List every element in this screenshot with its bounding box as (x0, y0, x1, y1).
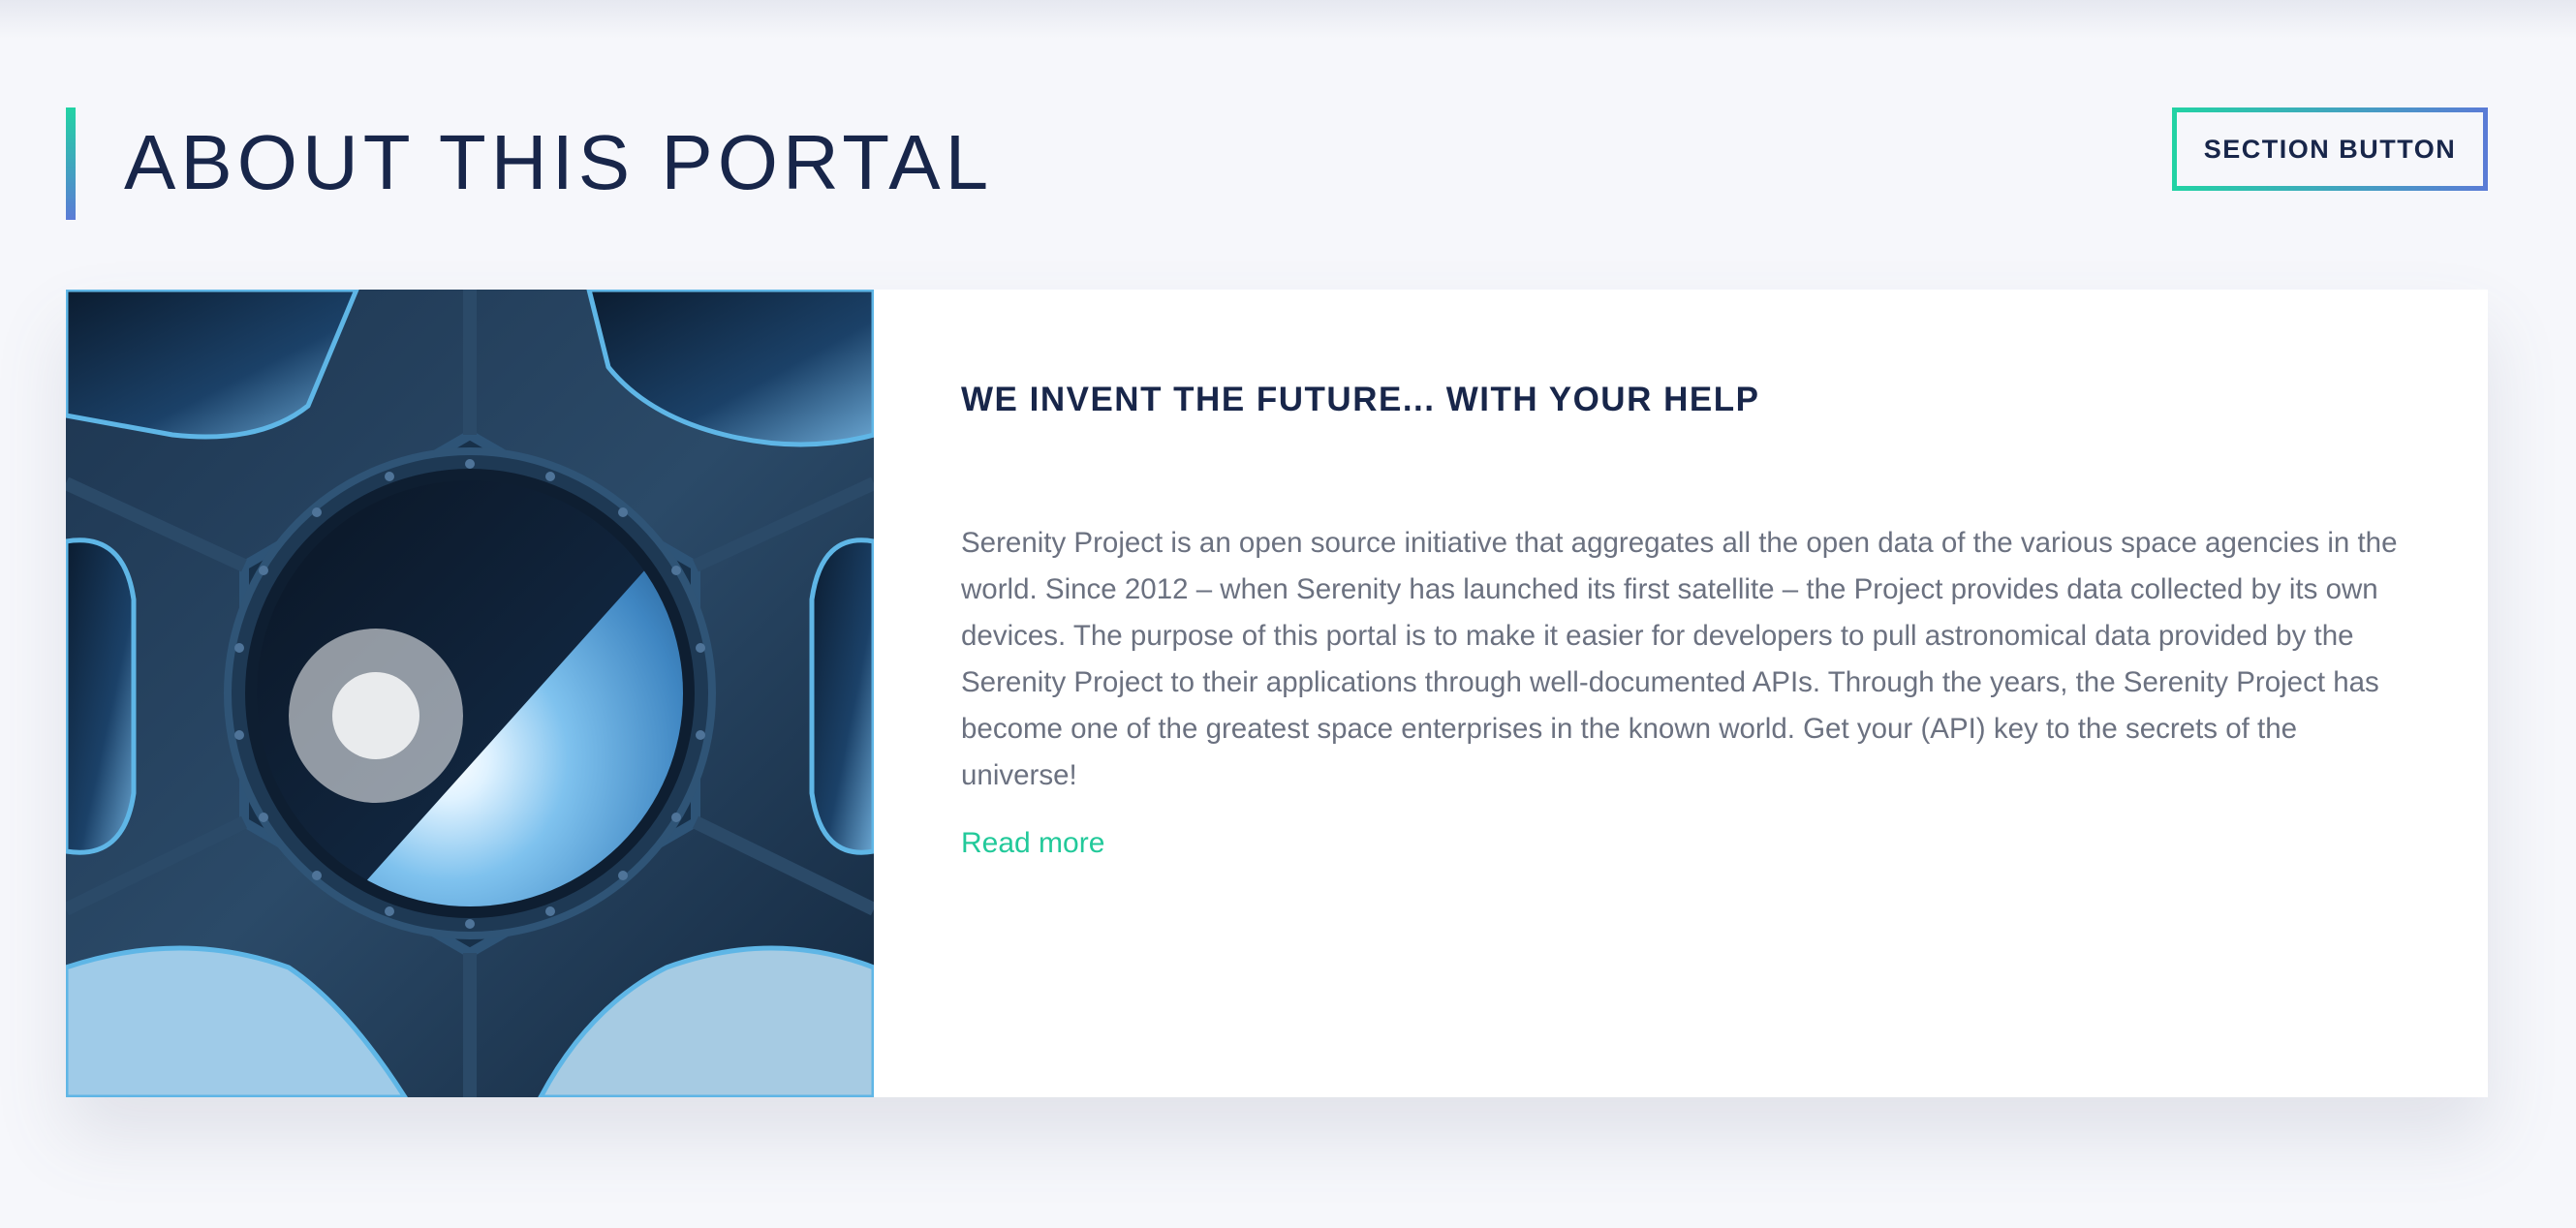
about-card: WE INVENT THE FUTURE... WITH YOUR HELP S… (66, 290, 2488, 1097)
section-title: ABOUT THIS PORTAL (124, 119, 994, 205)
read-more-link[interactable]: Read more (961, 824, 1104, 863)
card-description: Serenity Project is an open source initi… (961, 527, 2398, 791)
section-button-label: SECTION BUTTON (2177, 112, 2483, 186)
space-station-window-image (66, 290, 874, 1097)
card-heading: WE INVENT THE FUTURE... WITH YOUR HELP (961, 381, 1760, 418)
section-button[interactable]: SECTION BUTTON (2172, 107, 2488, 191)
title-accent-bar (66, 107, 76, 220)
card-body: WE INVENT THE FUTURE... WITH YOUR HELP S… (874, 290, 2488, 1097)
about-section: ABOUT THIS PORTAL SECTION BUTTON WE INVE… (0, 0, 2576, 1228)
